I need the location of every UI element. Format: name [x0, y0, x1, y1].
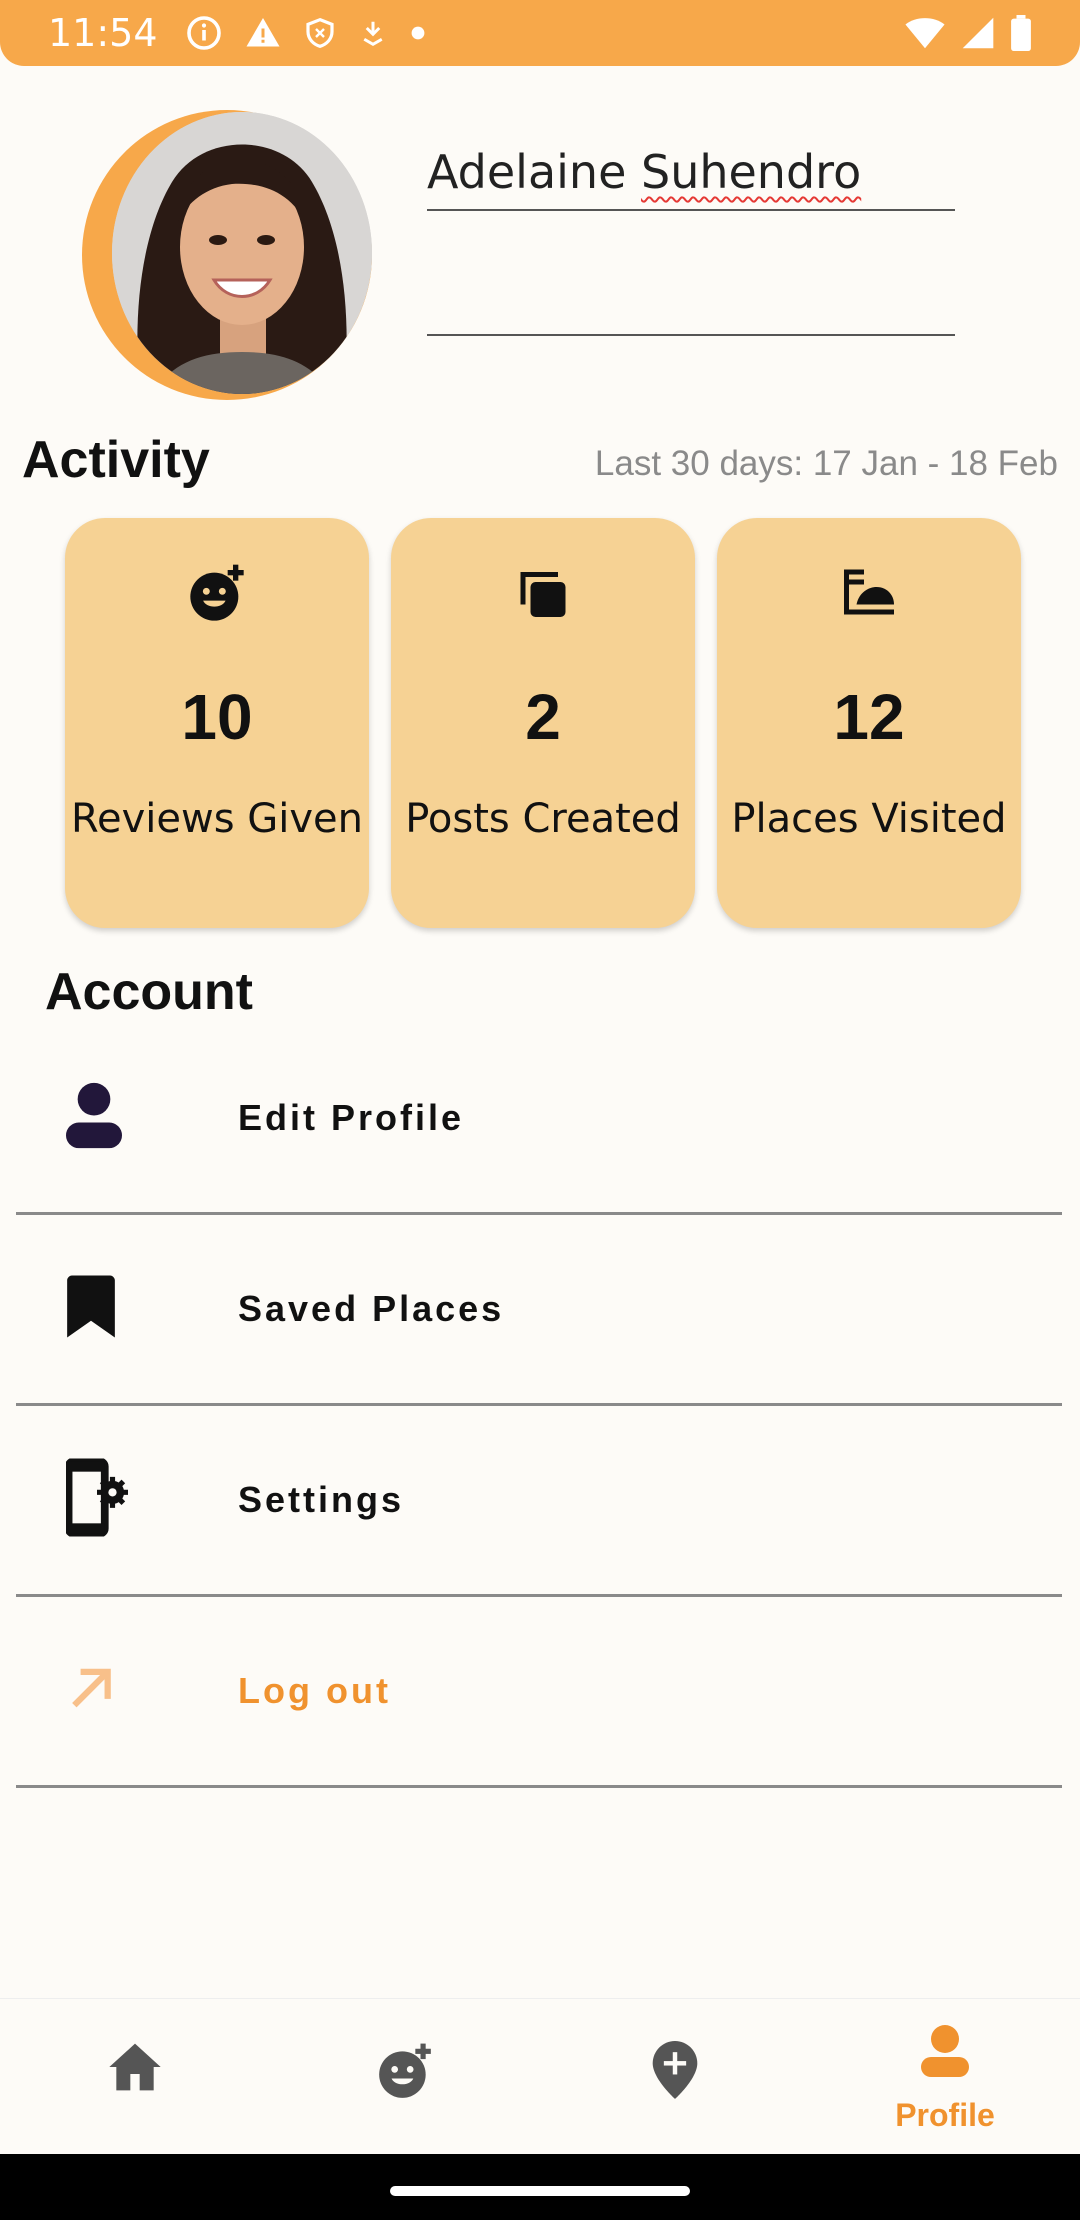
logout-label: Log out	[238, 1670, 391, 1711]
name-first: Adelaine	[427, 145, 627, 199]
posts-value: 2	[525, 681, 561, 753]
edit-profile-label: Edit Profile	[238, 1097, 465, 1138]
bed-place-icon	[839, 562, 899, 627]
saved-places-label: Saved Places	[238, 1288, 505, 1329]
home-icon	[107, 2041, 163, 2098]
status-notification-icons	[186, 15, 426, 51]
reviews-value: 10	[181, 681, 253, 753]
settings-label: Settings	[238, 1479, 405, 1520]
info-icon	[186, 16, 221, 50]
settings-item[interactable]: Settings	[16, 1406, 1062, 1597]
status-system-icons	[904, 15, 1032, 51]
nav-profile-label: Profile	[895, 2097, 995, 2133]
wifi-icon	[905, 18, 945, 49]
person-icon	[66, 1081, 122, 1156]
bookmark-icon	[66, 1275, 116, 1343]
add-reaction-icon	[185, 562, 249, 631]
name-input[interactable]: Adelaine Suhendro	[427, 135, 955, 211]
phone-settings-icon	[64, 1457, 128, 1542]
status-time: 11:54	[48, 11, 158, 55]
nav-home[interactable]	[0, 1999, 270, 2154]
name-last: Suhendro	[641, 145, 862, 199]
person-icon	[921, 2023, 969, 2084]
posts-label: Posts Created	[405, 796, 681, 842]
reviews-label: Reviews Given	[70, 796, 363, 842]
places-card[interactable]: 12 Places Visited	[717, 518, 1021, 928]
activity-title: Activity	[22, 431, 210, 489]
places-label: Places Visited	[731, 796, 1007, 842]
avatar[interactable]	[112, 112, 372, 394]
warning-icon	[246, 18, 280, 47]
reviews-card[interactable]: 10 Reviews Given	[65, 518, 369, 928]
avatar-photo	[112, 112, 372, 394]
shield-icon	[305, 17, 334, 49]
activity-cards: 10 Reviews Given 2 Posts Created 12 Plac…	[65, 518, 1021, 928]
download-icon	[363, 21, 383, 46]
add-reaction-icon	[374, 2041, 436, 2108]
home-gesture-handle[interactable]	[390, 2186, 690, 2196]
posts-card[interactable]: 2 Posts Created	[391, 518, 695, 928]
arrow-up-right-icon	[66, 1664, 116, 1719]
signal-icon	[962, 17, 994, 49]
logout-item[interactable]: Log out	[16, 1597, 1062, 1788]
nav-profile[interactable]: Profile	[810, 1999, 1080, 2154]
nav-add-review[interactable]	[270, 1999, 540, 2154]
saved-places-item[interactable]: Saved Places	[16, 1215, 1062, 1406]
dot-icon	[411, 26, 424, 40]
bio-input[interactable]	[427, 250, 955, 336]
nav-add-location[interactable]	[540, 1999, 810, 2154]
edit-profile-item[interactable]: Edit Profile	[16, 1024, 1062, 1215]
status-bar: 11:54	[0, 0, 1080, 66]
library-copies-icon	[513, 562, 573, 627]
account-title: Account	[45, 963, 253, 1021]
add-location-icon	[651, 2041, 699, 2104]
activity-date-range: Last 30 days: 17 Jan - 18 Feb	[594, 444, 1058, 483]
places-value: 12	[833, 681, 905, 753]
battery-icon	[1011, 15, 1031, 51]
bottom-navigation: Profile	[0, 1998, 1080, 2154]
